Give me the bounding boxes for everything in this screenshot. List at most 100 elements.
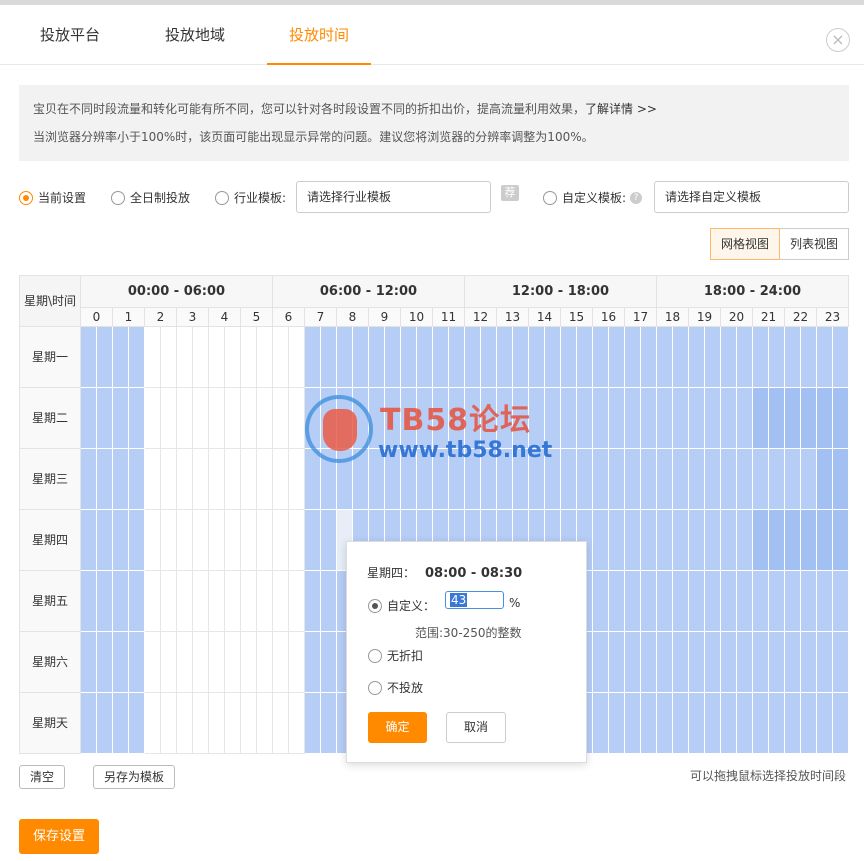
time-slot[interactable]	[321, 327, 337, 388]
time-slot[interactable]	[801, 632, 817, 693]
time-slot[interactable]	[753, 449, 769, 510]
time-slot[interactable]	[177, 449, 193, 510]
time-slot[interactable]	[209, 388, 225, 449]
time-slot[interactable]	[305, 449, 321, 510]
time-slot[interactable]	[225, 632, 241, 693]
time-slot[interactable]	[705, 449, 721, 510]
time-slot[interactable]	[209, 449, 225, 510]
radio-all-day[interactable]: 全日制投放	[111, 189, 190, 206]
time-slot[interactable]	[401, 388, 417, 449]
time-slot[interactable]	[81, 693, 97, 754]
time-slot[interactable]	[769, 510, 785, 571]
time-slot[interactable]	[721, 632, 737, 693]
time-slot[interactable]	[769, 449, 785, 510]
time-slot[interactable]	[225, 693, 241, 754]
time-slot[interactable]	[177, 693, 193, 754]
time-slot[interactable]	[225, 449, 241, 510]
time-slot[interactable]	[209, 693, 225, 754]
radio-no-delivery[interactable]: 不投放	[368, 679, 423, 696]
time-slot[interactable]	[161, 388, 177, 449]
radio-current-setting[interactable]: 当前设置	[19, 189, 86, 206]
time-slot[interactable]	[593, 388, 609, 449]
custom-template-select[interactable]: 请选择自定义模板	[654, 181, 849, 213]
time-slot[interactable]	[721, 571, 737, 632]
time-slot[interactable]	[401, 327, 417, 388]
time-slot[interactable]	[385, 327, 401, 388]
time-slot[interactable]	[81, 510, 97, 571]
time-slot[interactable]	[289, 693, 305, 754]
time-slot[interactable]	[209, 510, 225, 571]
time-slot[interactable]	[449, 327, 465, 388]
radio-industry-template[interactable]: 行业模板:	[215, 189, 286, 206]
time-slot[interactable]	[321, 510, 337, 571]
confirm-button[interactable]: 确定	[368, 712, 427, 743]
time-slot[interactable]	[241, 327, 257, 388]
time-slot[interactable]	[817, 449, 833, 510]
discount-percent-input[interactable]: 43	[445, 591, 504, 609]
recommend-badge[interactable]: 荐	[501, 185, 519, 201]
time-slot[interactable]	[257, 449, 273, 510]
time-slot[interactable]	[657, 632, 673, 693]
time-slot[interactable]	[609, 388, 625, 449]
save-settings-button[interactable]: 保存设置	[19, 819, 99, 854]
time-slot[interactable]	[577, 327, 593, 388]
time-slot[interactable]	[609, 632, 625, 693]
time-slot[interactable]	[305, 388, 321, 449]
time-slot[interactable]	[673, 693, 689, 754]
time-slot[interactable]	[257, 693, 273, 754]
time-slot[interactable]	[129, 693, 145, 754]
time-slot[interactable]	[481, 327, 497, 388]
time-slot[interactable]	[337, 449, 353, 510]
time-slot[interactable]	[241, 571, 257, 632]
time-slot[interactable]	[449, 449, 465, 510]
time-slot[interactable]	[833, 632, 849, 693]
time-slot[interactable]	[529, 388, 545, 449]
time-slot[interactable]	[321, 449, 337, 510]
time-slot[interactable]	[625, 449, 641, 510]
time-slot[interactable]	[641, 327, 657, 388]
time-slot[interactable]	[305, 510, 321, 571]
time-slot[interactable]	[433, 327, 449, 388]
time-slot[interactable]	[97, 571, 113, 632]
time-slot[interactable]	[833, 571, 849, 632]
time-slot[interactable]	[785, 693, 801, 754]
time-slot[interactable]	[369, 388, 385, 449]
time-slot[interactable]	[721, 388, 737, 449]
time-slot[interactable]	[529, 449, 545, 510]
time-slot[interactable]	[369, 327, 385, 388]
time-slot[interactable]	[129, 449, 145, 510]
time-slot[interactable]	[497, 449, 513, 510]
time-slot[interactable]	[241, 510, 257, 571]
time-slot[interactable]	[641, 632, 657, 693]
time-slot[interactable]	[641, 388, 657, 449]
time-slot[interactable]	[673, 510, 689, 571]
time-slot[interactable]	[753, 327, 769, 388]
time-slot[interactable]	[817, 632, 833, 693]
time-slot[interactable]	[225, 510, 241, 571]
time-slot[interactable]	[833, 449, 849, 510]
time-slot[interactable]	[625, 388, 641, 449]
time-slot[interactable]	[577, 388, 593, 449]
time-slot[interactable]	[305, 693, 321, 754]
time-slot[interactable]	[129, 571, 145, 632]
time-slot[interactable]	[209, 632, 225, 693]
time-slot[interactable]	[417, 327, 433, 388]
time-slot[interactable]	[113, 510, 129, 571]
time-slot[interactable]	[177, 388, 193, 449]
time-slot[interactable]	[193, 327, 209, 388]
time-slot[interactable]	[737, 510, 753, 571]
tab-time[interactable]: 投放时间	[267, 5, 371, 65]
time-slot[interactable]	[161, 510, 177, 571]
time-slot[interactable]	[545, 327, 561, 388]
time-slot[interactable]	[257, 327, 273, 388]
time-slot[interactable]	[657, 693, 673, 754]
time-slot[interactable]	[705, 510, 721, 571]
time-slot[interactable]	[593, 571, 609, 632]
time-slot[interactable]	[273, 632, 289, 693]
time-slot[interactable]	[753, 693, 769, 754]
time-slot[interactable]	[817, 693, 833, 754]
time-slot[interactable]	[609, 449, 625, 510]
time-slot[interactable]	[481, 388, 497, 449]
time-slot[interactable]	[417, 449, 433, 510]
time-slot[interactable]	[273, 693, 289, 754]
